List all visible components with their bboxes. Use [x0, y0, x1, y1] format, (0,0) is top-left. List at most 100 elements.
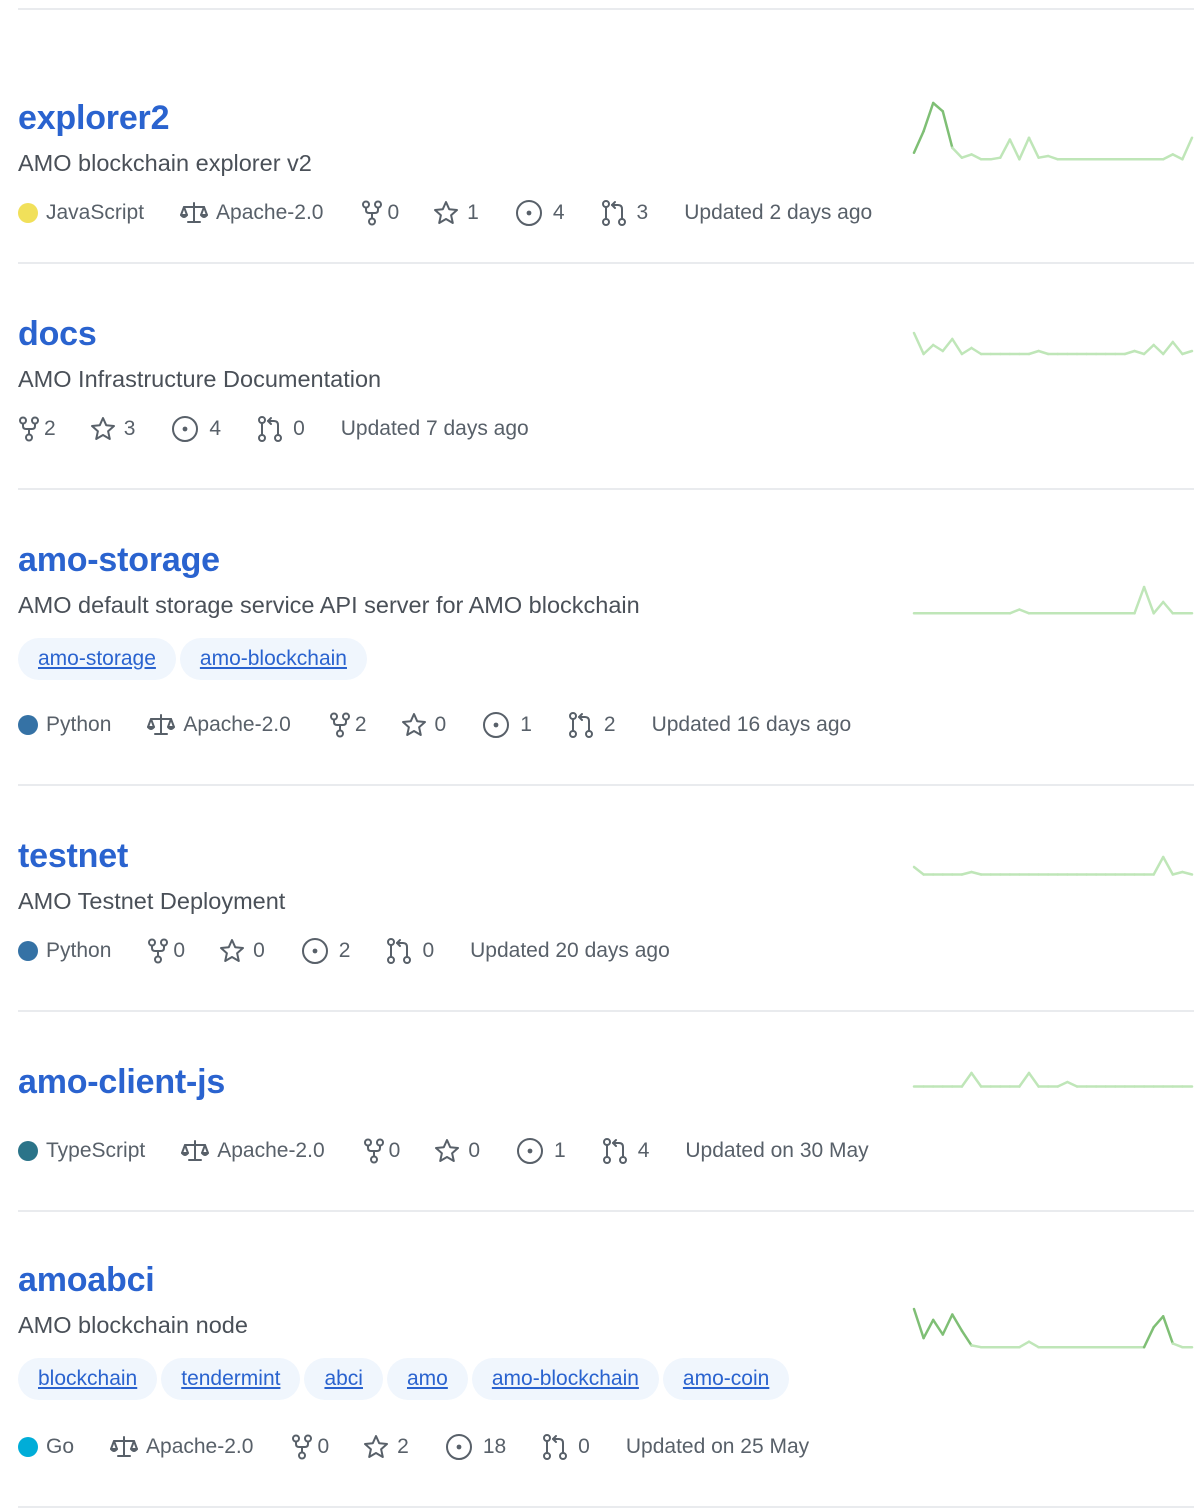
sparkline-svg: [912, 855, 1194, 876]
star-count-link[interactable]: 0: [434, 1138, 480, 1164]
star-count-link[interactable]: 0: [219, 938, 265, 964]
topic-tag[interactable]: tendermint: [161, 1358, 301, 1400]
updated-time: Updated 7 days ago: [340, 417, 529, 440]
repo-name-link[interactable]: amo-storage: [18, 540, 220, 580]
topic-tag[interactable]: amo-storage: [18, 638, 176, 680]
git-pull-request-count: 2: [603, 713, 616, 736]
activity-sparkline: [912, 101, 1194, 164]
git-pull-request-count-link[interactable]: 0: [257, 415, 305, 443]
repo-description: AMO default storage service API server f…: [18, 592, 640, 618]
fork-count-link[interactable]: 0: [363, 1138, 401, 1164]
issue-opened-count: 1: [520, 713, 532, 736]
sparkline-segment: [1171, 870, 1184, 876]
sparkline-segment: [1152, 343, 1165, 356]
fork-count-link[interactable]: 2: [329, 712, 367, 738]
issue-opened-count-link[interactable]: 2: [301, 937, 350, 965]
star-count: 0: [253, 939, 265, 962]
repo-meta: TypeScript Apache-2.0 0 0 1 4 Updated on 30 Ma…: [18, 1136, 869, 1166]
sparkline-segment: [1142, 343, 1155, 356]
repo-name-link[interactable]: amo-client-js: [18, 1062, 225, 1102]
git-pull-request-count-link[interactable]: 0: [386, 937, 434, 965]
repo-meta: JavaScript Apache-2.0 0 1 4 3 Updated 2 days a…: [18, 198, 872, 228]
issue-opened-count-link[interactable]: 1: [516, 1137, 566, 1165]
issue-opened-count-link[interactable]: 4: [515, 199, 565, 227]
sparkline-segment: [1123, 349, 1136, 356]
fork-count: 0: [317, 1435, 330, 1458]
repo-name-link[interactable]: explorer2: [18, 98, 169, 138]
language-color-dot: [18, 715, 38, 735]
sparkline-segment: [960, 346, 973, 356]
issue-opened-count-link[interactable]: 18: [445, 1433, 506, 1461]
repo-row: docs AMO Infrastructure Documentation 2 3 4 0…: [18, 264, 1194, 490]
fork-count: 0: [388, 1139, 401, 1162]
fork-count: 2: [44, 417, 56, 440]
topic-tag[interactable]: amo-blockchain: [179, 638, 367, 680]
topic-tag[interactable]: blockchain: [18, 1358, 158, 1400]
fork-count-link[interactable]: 0: [361, 200, 399, 226]
sparkline-segment: [970, 870, 983, 876]
repo-name-link[interactable]: testnet: [18, 836, 128, 876]
star-icon: [363, 1434, 389, 1460]
star-icon: [90, 416, 116, 442]
sparkline-segment: [922, 343, 935, 356]
star-count: 0: [434, 713, 447, 736]
star-count-link[interactable]: 0: [401, 712, 447, 738]
fork-count-link[interactable]: 0: [147, 938, 185, 964]
sparkline-segment: [912, 331, 925, 356]
repo-description: AMO Infrastructure Documentation: [18, 366, 382, 392]
fork-count-link[interactable]: 0: [291, 1434, 329, 1460]
git-pull-request-count-link[interactable]: 4: [602, 1137, 649, 1165]
activity-sparkline: [912, 1307, 1194, 1352]
sparkline-segment: [1161, 153, 1175, 161]
issue-opened-icon: [301, 937, 329, 965]
sparkline-segment: [922, 1318, 935, 1340]
star-count: 3: [123, 417, 136, 440]
repo-row: testnet AMO Testnet Deployment Python 0 0 2 0 U…: [18, 786, 1194, 1012]
issue-opened-count-link[interactable]: 4: [171, 415, 221, 443]
language-color-dot: [18, 941, 38, 961]
law-scale-icon: [180, 201, 209, 225]
topic-tag[interactable]: amo-coin: [662, 1358, 790, 1400]
topic-tag[interactable]: abci: [304, 1358, 383, 1400]
topic-tag[interactable]: amo-blockchain: [471, 1358, 659, 1400]
sparkline-segment: [989, 156, 1002, 161]
repo-meta: Python Apache-2.0 2 0 1 2 Updated 16 days ago: [18, 710, 851, 740]
git-pull-request-count: 3: [636, 201, 649, 224]
license: Apache-2.0: [180, 201, 323, 225]
sparkline-svg: [912, 1307, 1194, 1349]
issue-opened-count: 18: [482, 1435, 507, 1458]
sparkline-segment: [941, 110, 954, 149]
repo-name-link[interactable]: amoabci: [18, 1260, 155, 1300]
git-pull-request-count-link[interactable]: 0: [542, 1433, 590, 1461]
issue-opened-count: 1: [554, 1139, 566, 1162]
sparkline-segment: [1008, 608, 1021, 615]
git-pull-request-icon: [601, 199, 627, 227]
sparkline-segment: [960, 1329, 973, 1347]
sparkline-svg: [912, 331, 1194, 356]
language-color-dot: [18, 1437, 38, 1457]
fork-count-link[interactable]: 2: [18, 416, 56, 442]
fork-count: 2: [354, 713, 367, 736]
topic-tag[interactable]: amo: [386, 1358, 468, 1400]
star-count-link[interactable]: 1: [433, 200, 479, 226]
updated-time: Updated on 25 May: [625, 1435, 810, 1458]
git-pull-request-count-link[interactable]: 2: [568, 711, 616, 739]
fork-count: 0: [173, 939, 186, 962]
fork-icon: [329, 712, 351, 738]
repo-row: explorer2 AMO blockchain explorer v2 JavaS…: [18, 10, 1194, 264]
git-pull-request-count-link[interactable]: 3: [601, 199, 649, 227]
sparkline-segment: [1181, 136, 1194, 161]
sparkline-segment: [1152, 855, 1165, 876]
repo-meta: Go Apache-2.0 0 2 18 0 Updated on 25 May: [18, 1432, 809, 1462]
star-icon: [219, 938, 245, 964]
law-scale-icon: [147, 713, 176, 737]
git-pull-request-icon: [257, 415, 283, 443]
repo-name-link[interactable]: docs: [18, 314, 97, 354]
updated-time: Updated on 30 May: [685, 1139, 869, 1162]
sparkline-segment: [931, 343, 945, 353]
star-count-link[interactable]: 3: [90, 416, 136, 442]
sparkline-segment: [1008, 138, 1021, 161]
star-count-link[interactable]: 2: [363, 1434, 409, 1460]
sparkline-segment: [951, 1313, 964, 1333]
issue-opened-count-link[interactable]: 1: [482, 711, 532, 739]
